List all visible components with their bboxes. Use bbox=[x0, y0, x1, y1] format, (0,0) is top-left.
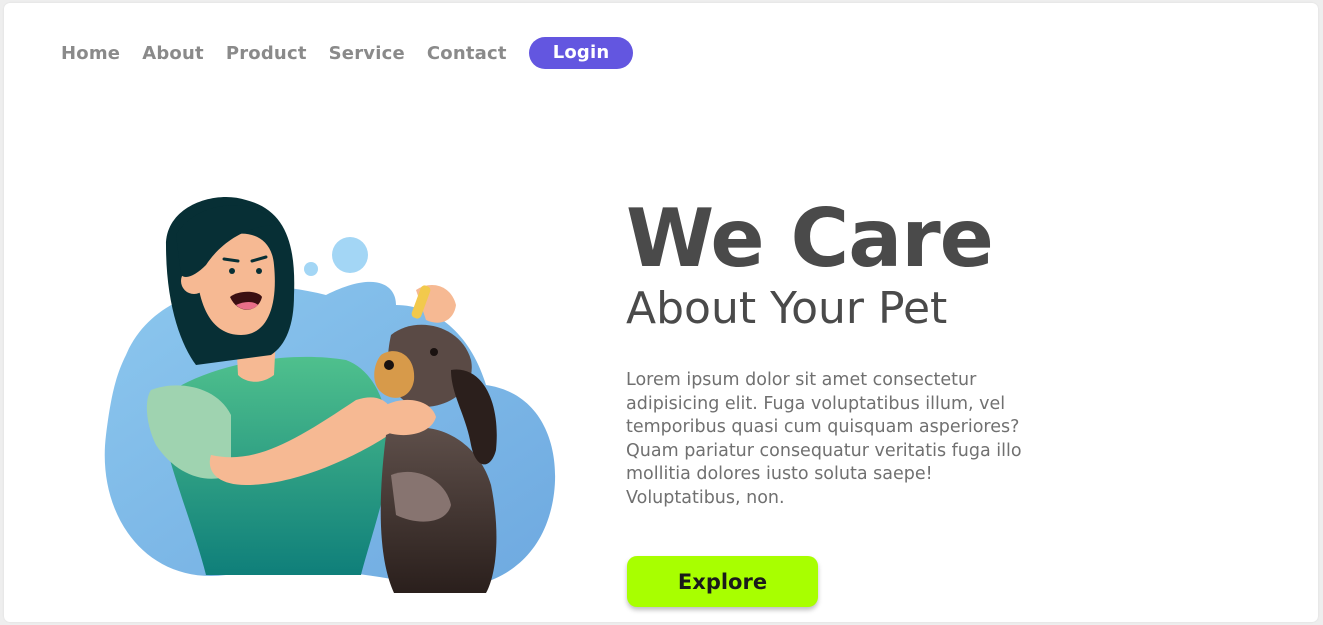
hero-text: We Care About Your Pet Lorem ipsum dolor… bbox=[626, 193, 1046, 510]
top-nav: Home About Product Service Contact Login bbox=[61, 37, 655, 69]
nav-product[interactable]: Product bbox=[226, 43, 307, 64]
nav-about[interactable]: About bbox=[142, 43, 204, 64]
hero-subtitle: About Your Pet bbox=[626, 283, 948, 334]
bubble-small bbox=[304, 262, 318, 276]
nav-service[interactable]: Service bbox=[329, 43, 405, 64]
login-button[interactable]: Login bbox=[528, 37, 634, 69]
page-card: Home About Product Service Contact Login bbox=[4, 3, 1318, 622]
bubble-large bbox=[332, 237, 368, 273]
woman-with-dog-illustration bbox=[104, 197, 556, 593]
nav-home[interactable]: Home bbox=[61, 43, 120, 64]
nav-contact[interactable]: Contact bbox=[427, 43, 507, 64]
explore-button[interactable]: Explore bbox=[627, 556, 818, 607]
hero-title: We Care bbox=[626, 192, 994, 285]
hero-description: Lorem ipsum dolor sit amet consectetur a… bbox=[626, 370, 1022, 508]
